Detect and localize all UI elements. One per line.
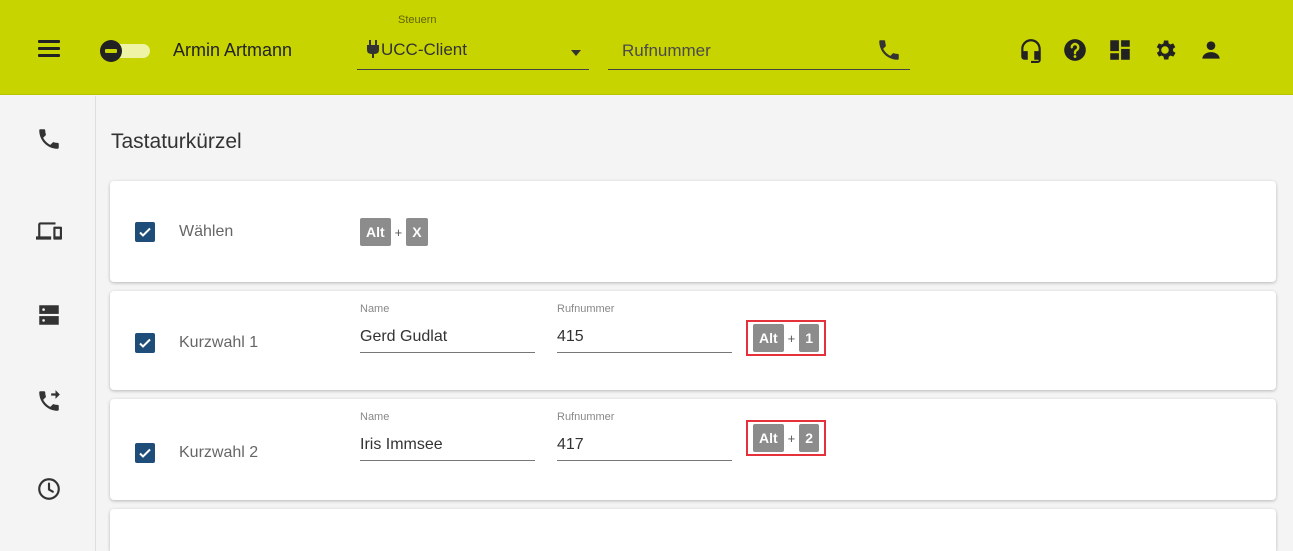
plus-sign: + <box>787 430 796 446</box>
device-select[interactable]: UCC-Client <box>357 34 589 70</box>
sidebar <box>0 96 96 551</box>
phone-number-field <box>608 34 910 70</box>
row-label: Kurzwahl 1 <box>179 334 259 351</box>
modifier-key[interactable]: Alt <box>360 218 391 246</box>
name-field <box>360 323 535 353</box>
number-field <box>557 431 732 461</box>
dashboard-icon[interactable] <box>1107 37 1133 63</box>
shortcut-card-partial <box>110 509 1276 551</box>
check-icon <box>139 448 151 458</box>
presence-toggle-knob <box>100 40 122 62</box>
help-icon[interactable] <box>1062 37 1088 63</box>
phone-icon[interactable] <box>876 37 902 63</box>
device-select-label: Steuern <box>398 14 437 26</box>
shortcut-card-dial: Wählen Alt + X <box>110 181 1276 282</box>
phone-icon[interactable] <box>36 126 62 152</box>
row-label: Wählen <box>179 223 234 240</box>
number-field <box>557 323 732 353</box>
hamburger-menu-icon[interactable] <box>38 40 60 58</box>
shortcut-key[interactable]: 2 <box>799 424 820 452</box>
headset-icon[interactable] <box>1018 37 1044 63</box>
call-forward-icon[interactable] <box>36 388 62 414</box>
name-input[interactable] <box>360 323 535 351</box>
name-field <box>360 431 535 461</box>
phone-number-input[interactable] <box>608 34 858 68</box>
shortcut-keys: Alt + 1 <box>746 320 827 356</box>
name-field-label: Name <box>360 303 390 315</box>
top-app-bar: Armin Artmann Steuern UCC-Client <box>0 0 1293 95</box>
modifier-key[interactable]: Alt <box>753 324 784 352</box>
shortcut-keys: Alt + X <box>360 214 428 250</box>
shortcut-key[interactable]: X <box>406 218 428 246</box>
plus-sign: + <box>787 330 796 346</box>
checkbox-speeddial-1[interactable] <box>135 333 155 353</box>
devices-icon[interactable] <box>36 218 62 244</box>
shortcut-keys: Alt + 2 <box>746 420 827 456</box>
device-select-value: UCC-Client <box>381 40 467 59</box>
page-title: Tastaturkürzel <box>111 130 242 153</box>
name-field-label: Name <box>360 411 390 423</box>
checkbox-speeddial-2[interactable] <box>135 443 155 463</box>
number-field-label: Rufnummer <box>557 411 615 423</box>
check-icon <box>139 227 151 237</box>
presence-toggle[interactable] <box>100 40 150 62</box>
chevron-down-icon <box>571 50 581 56</box>
person-icon[interactable] <box>1198 37 1224 63</box>
number-field-label: Rufnummer <box>557 303 615 315</box>
server-icon[interactable] <box>36 302 62 328</box>
name-input[interactable] <box>360 431 535 459</box>
shortcut-card-speeddial-1: Kurzwahl 1 Name Rufnummer Alt + 1 <box>110 291 1276 390</box>
plus-sign: + <box>394 224 403 240</box>
number-input[interactable] <box>557 431 732 459</box>
checkbox-dial[interactable] <box>135 222 155 242</box>
shortcut-card-speeddial-2: Kurzwahl 2 Name Rufnummer Alt + 2 <box>110 399 1276 500</box>
check-icon <box>139 338 151 348</box>
clock-icon[interactable] <box>36 476 62 502</box>
shortcut-key[interactable]: 1 <box>799 324 820 352</box>
gear-icon[interactable] <box>1152 37 1178 63</box>
modifier-key[interactable]: Alt <box>753 424 784 452</box>
plug-icon <box>367 40 379 58</box>
number-input[interactable] <box>557 323 732 351</box>
row-label: Kurzwahl 2 <box>179 444 259 461</box>
user-name: Armin Artmann <box>173 40 293 60</box>
